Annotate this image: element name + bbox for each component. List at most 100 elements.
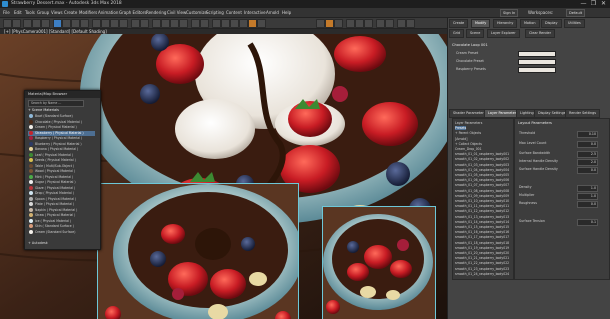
object-list-item[interactable]: smooth_01_12_raspberry_body012 [455,209,509,213]
material-list-item[interactable]: Sugar ( Physical Material ) [28,180,95,185]
material-list-item[interactable]: Skin ( Standard Surface ) [28,224,95,229]
object-list-item[interactable]: smooth_01_05_raspberry_body005 [455,173,509,177]
menu-rendering[interactable]: Rendering [146,10,166,15]
snap-toggle-icon[interactable] [152,19,161,28]
tab-render-settings[interactable]: Render Settings [565,109,601,118]
menu-interactive[interactable]: Interactive [244,10,266,15]
render-frame-icon[interactable] [316,19,325,28]
unlink-icon[interactable] [32,19,41,28]
object-list-item[interactable]: smooth_01_11_raspberry_body011 [455,204,509,208]
menu-views[interactable]: Views [51,10,63,15]
select-object-icon[interactable] [53,19,62,28]
a360-icon[interactable] [376,19,385,28]
menu-edit[interactable]: Edit [14,10,22,15]
rectangular-selection-icon[interactable] [71,19,80,28]
arnold-render-icon[interactable] [346,19,355,28]
object-list-item[interactable]: smooth_01_19_raspberry_body019 [455,246,509,250]
param-spinner[interactable]: 0.0 [577,140,598,148]
render-setup-icon[interactable] [257,19,266,28]
object-list-item[interactable]: [Arnold] [455,137,467,141]
material-list-item[interactable]: Cream ( Physical Material ) [28,125,95,130]
material-list-item[interactable]: Wood ( Physical Material ) [28,169,95,174]
sign-in-button[interactable]: Sign In [500,9,519,17]
tab-utilities[interactable]: Utilities [564,19,585,28]
render-production-icon[interactable] [325,19,334,28]
subtab-scene[interactable]: Scene [466,29,485,38]
object-list-item[interactable]: Presets [455,126,467,131]
material-list-item[interactable]: Spoon ( Physical Material ) [28,196,95,202]
param-spinner[interactable]: 2.0 [577,158,598,166]
pivot-center-icon[interactable] [140,19,149,28]
subtab-clear-render[interactable]: Clear Render [525,29,556,38]
material-list-item[interactable]: Blueberry ( Physical Material ) [28,141,95,147]
curve-editor-icon[interactable] [230,19,239,28]
object-list-item[interactable]: smooth_01_01_raspberry_body001 [455,152,509,156]
material-swatch-2[interactable] [518,59,556,65]
menu-civil-view[interactable]: Civil View [167,10,186,15]
material-list-item[interactable]: Mint ( Physical Material ) [28,174,95,180]
redo-icon[interactable] [12,19,21,28]
object-list-item[interactable]: smooth_01_04_raspberry_body004 [455,168,509,172]
menu-tools[interactable]: Tools [25,10,35,15]
material-list-item[interactable]: Chocolate ( Physical Material ) [28,119,95,125]
menu-content[interactable]: Content [226,10,242,15]
schematic-view-icon[interactable] [239,19,248,28]
reference-coordinate-icon[interactable] [131,19,140,28]
subtab-grid[interactable]: Grid [449,29,465,38]
material-list-item[interactable]: Cream (Standard Surface) [28,229,95,235]
close-button[interactable]: ✕ [599,0,608,8]
placement-icon[interactable] [119,19,128,28]
render-cloud-icon[interactable] [334,19,343,28]
align-icon[interactable] [200,19,209,28]
material-list-item[interactable]: Table ( Multi/Sub-Object ) [28,163,95,169]
menu-modifiers[interactable]: Modifiers [79,10,97,15]
bind-space-warp-icon[interactable] [41,19,50,28]
undo-icon[interactable] [3,19,12,28]
minimize-button[interactable]: — [579,0,588,8]
percent-snap-icon[interactable] [170,19,179,28]
material-list-item[interactable]: Straw ( Physical Material ) [28,213,95,218]
material-list-item[interactable]: Banana ( Physical Material ) [28,147,95,152]
perspective-viewport[interactable]: Material/Map Browser Search by Name ... … [0,34,447,319]
autodesk-group[interactable]: + Autodesk [28,241,48,245]
material-map-browser[interactable]: Material/Map Browser Search by Name ... … [24,90,101,250]
param-spinner[interactable]: 0.1 [577,218,598,226]
object-name[interactable]: Chocolate Loop 001 [452,43,488,47]
layer-explorer-icon[interactable] [212,19,221,28]
material-list-item[interactable]: Leaf ( Physical Material ) [28,152,95,158]
object-list-item[interactable]: smooth_01_23_raspberry_body023 [455,267,509,271]
material-list-item[interactable]: Bowl (Standard Surface) [28,114,95,119]
object-list-item[interactable]: smooth_01_10_raspberry_body010 [455,199,509,203]
viewport-label[interactable]: [+] [PhysCamera001] [Standard] [Default … [4,29,107,34]
scene-materials-group[interactable]: + Scene Materials [28,108,59,112]
open-explorer-icon[interactable] [397,19,406,28]
param-spinner[interactable]: 1.0 [577,192,598,200]
tab-hierarchy[interactable]: Hierarchy [493,19,518,28]
menu-animation[interactable]: Animation [98,10,118,15]
param-spinner[interactable]: 0.0 [577,166,598,174]
object-list-item[interactable]: smooth_01_18_raspberry_body018 [455,241,509,245]
param-spinner[interactable]: 1.0 [577,184,598,192]
object-list-item[interactable]: smooth_01_06_raspberry_body006 [455,178,509,182]
menu-file[interactable]: File [3,10,10,15]
scene-converter-icon[interactable] [385,19,394,28]
object-list-item[interactable]: smooth_01_21_raspberry_body021 [455,256,509,260]
object-list-item[interactable]: smooth_01_22_raspberry_body022 [455,261,509,265]
object-list-item[interactable]: smooth_01_07_raspberry_body007 [455,183,509,187]
material-list-item[interactable]: Raspberry ( Physical Material ) [28,136,95,141]
material-list-item[interactable]: Seeds ( Physical Material ) [28,158,95,163]
menu-help[interactable]: Help [282,10,291,15]
object-list-item[interactable]: smooth_01_13_raspberry_body013 [455,215,509,219]
window-crossing-icon[interactable] [80,19,89,28]
menu-graph-editors[interactable]: Graph Editors [119,10,146,15]
maximize-button[interactable]: ❐ [589,0,598,8]
param-spinner[interactable]: 0.10 [577,130,598,138]
tab-display[interactable]: Display [541,19,562,28]
param-spinner[interactable]: 2.5 [577,150,598,158]
menu-arnold[interactable]: Arnold [266,10,279,15]
material-list-item[interactable]: Plate ( Physical Material ) [28,202,95,207]
param-spinner[interactable]: 0.0 [577,200,598,208]
object-list-item[interactable]: smooth_01_03_raspberry_body003 [455,163,509,167]
object-list-item[interactable]: smooth_01_09_raspberry_body009 [455,194,509,198]
material-swatch-3[interactable] [518,67,556,73]
